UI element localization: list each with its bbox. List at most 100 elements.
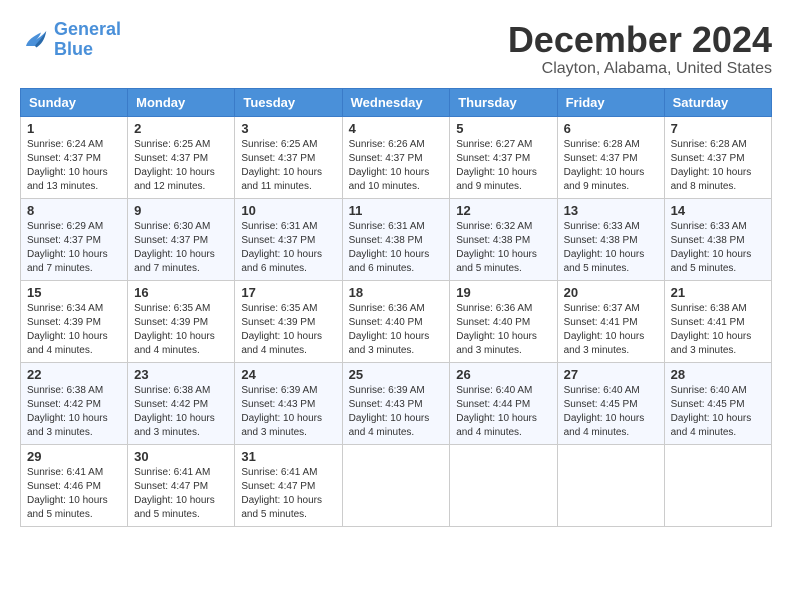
calendar-day-cell: 14 Sunrise: 6:33 AMSunset: 4:38 PMDaylig… [664,198,771,280]
calendar-day-cell: 7 Sunrise: 6:28 AMSunset: 4:37 PMDayligh… [664,116,771,198]
calendar-day-cell: 20 Sunrise: 6:37 AMSunset: 4:41 PMDaylig… [557,280,664,362]
calendar-day-cell: 1 Sunrise: 6:24 AMSunset: 4:37 PMDayligh… [21,116,128,198]
weekday-header: Tuesday [235,88,342,116]
day-info: Sunrise: 6:35 AMSunset: 4:39 PMDaylight:… [134,302,228,358]
day-info: Sunrise: 6:40 AMSunset: 4:45 PMDaylight:… [564,384,658,440]
calendar-day-cell: 13 Sunrise: 6:33 AMSunset: 4:38 PMDaylig… [557,198,664,280]
weekday-header: Sunday [21,88,128,116]
day-info: Sunrise: 6:28 AMSunset: 4:37 PMDaylight:… [671,138,765,194]
day-info: Sunrise: 6:38 AMSunset: 4:42 PMDaylight:… [27,384,121,440]
day-info: Sunrise: 6:40 AMSunset: 4:45 PMDaylight:… [671,384,765,440]
day-info: Sunrise: 6:24 AMSunset: 4:37 PMDaylight:… [27,138,121,194]
logo-icon [20,25,50,55]
weekday-header: Thursday [450,88,557,116]
day-info: Sunrise: 6:31 AMSunset: 4:38 PMDaylight:… [349,220,444,276]
day-info: Sunrise: 6:41 AMSunset: 4:47 PMDaylight:… [241,466,335,522]
day-number: 5 [456,121,550,136]
day-number: 1 [27,121,121,136]
title-area: December 2024 Clayton, Alabama, United S… [508,20,772,78]
logo: General Blue [20,20,121,60]
calendar-day-cell: 29 Sunrise: 6:41 AMSunset: 4:46 PMDaylig… [21,444,128,526]
day-info: Sunrise: 6:38 AMSunset: 4:41 PMDaylight:… [671,302,765,358]
calendar-week-row: 15 Sunrise: 6:34 AMSunset: 4:39 PMDaylig… [21,280,772,362]
calendar-day-cell: 15 Sunrise: 6:34 AMSunset: 4:39 PMDaylig… [21,280,128,362]
calendar-week-row: 8 Sunrise: 6:29 AMSunset: 4:37 PMDayligh… [21,198,772,280]
day-number: 21 [671,285,765,300]
day-number: 24 [241,367,335,382]
day-info: Sunrise: 6:39 AMSunset: 4:43 PMDaylight:… [241,384,335,440]
day-info: Sunrise: 6:35 AMSunset: 4:39 PMDaylight:… [241,302,335,358]
day-info: Sunrise: 6:27 AMSunset: 4:37 PMDaylight:… [456,138,550,194]
calendar-day-cell: 31 Sunrise: 6:41 AMSunset: 4:47 PMDaylig… [235,444,342,526]
calendar-day-cell: 5 Sunrise: 6:27 AMSunset: 4:37 PMDayligh… [450,116,557,198]
day-number: 14 [671,203,765,218]
day-number: 23 [134,367,228,382]
day-number: 18 [349,285,444,300]
day-info: Sunrise: 6:38 AMSunset: 4:42 PMDaylight:… [134,384,228,440]
day-number: 19 [456,285,550,300]
day-number: 4 [349,121,444,136]
day-number: 27 [564,367,658,382]
calendar-day-cell: 22 Sunrise: 6:38 AMSunset: 4:42 PMDaylig… [21,362,128,444]
calendar-day-cell: 25 Sunrise: 6:39 AMSunset: 4:43 PMDaylig… [342,362,450,444]
calendar-day-cell: 26 Sunrise: 6:40 AMSunset: 4:44 PMDaylig… [450,362,557,444]
day-number: 6 [564,121,658,136]
day-info: Sunrise: 6:25 AMSunset: 4:37 PMDaylight:… [241,138,335,194]
day-info: Sunrise: 6:41 AMSunset: 4:47 PMDaylight:… [134,466,228,522]
calendar-day-cell: 23 Sunrise: 6:38 AMSunset: 4:42 PMDaylig… [128,362,235,444]
day-info: Sunrise: 6:40 AMSunset: 4:44 PMDaylight:… [456,384,550,440]
calendar-day-cell: 18 Sunrise: 6:36 AMSunset: 4:40 PMDaylig… [342,280,450,362]
calendar-day-cell: 27 Sunrise: 6:40 AMSunset: 4:45 PMDaylig… [557,362,664,444]
month-title: December 2024 [508,20,772,60]
day-number: 3 [241,121,335,136]
calendar-week-row: 1 Sunrise: 6:24 AMSunset: 4:37 PMDayligh… [21,116,772,198]
day-number: 30 [134,449,228,464]
day-number: 22 [27,367,121,382]
calendar-week-row: 29 Sunrise: 6:41 AMSunset: 4:46 PMDaylig… [21,444,772,526]
day-number: 7 [671,121,765,136]
day-info: Sunrise: 6:32 AMSunset: 4:38 PMDaylight:… [456,220,550,276]
day-number: 11 [349,203,444,218]
day-info: Sunrise: 6:41 AMSunset: 4:46 PMDaylight:… [27,466,121,522]
day-number: 15 [27,285,121,300]
day-number: 12 [456,203,550,218]
calendar-day-cell [342,444,450,526]
day-number: 20 [564,285,658,300]
weekday-header: Saturday [664,88,771,116]
calendar-day-cell: 17 Sunrise: 6:35 AMSunset: 4:39 PMDaylig… [235,280,342,362]
calendar-day-cell: 30 Sunrise: 6:41 AMSunset: 4:47 PMDaylig… [128,444,235,526]
day-number: 16 [134,285,228,300]
calendar-day-cell: 12 Sunrise: 6:32 AMSunset: 4:38 PMDaylig… [450,198,557,280]
calendar-day-cell: 11 Sunrise: 6:31 AMSunset: 4:38 PMDaylig… [342,198,450,280]
calendar-day-cell: 2 Sunrise: 6:25 AMSunset: 4:37 PMDayligh… [128,116,235,198]
day-number: 31 [241,449,335,464]
day-info: Sunrise: 6:33 AMSunset: 4:38 PMDaylight:… [671,220,765,276]
weekday-header: Wednesday [342,88,450,116]
calendar-day-cell [557,444,664,526]
location-subtitle: Clayton, Alabama, United States [508,60,772,78]
weekday-header: Monday [128,88,235,116]
calendar-day-cell: 24 Sunrise: 6:39 AMSunset: 4:43 PMDaylig… [235,362,342,444]
calendar-day-cell: 10 Sunrise: 6:31 AMSunset: 4:37 PMDaylig… [235,198,342,280]
day-number: 25 [349,367,444,382]
day-number: 9 [134,203,228,218]
day-number: 17 [241,285,335,300]
calendar-day-cell: 19 Sunrise: 6:36 AMSunset: 4:40 PMDaylig… [450,280,557,362]
day-number: 10 [241,203,335,218]
day-info: Sunrise: 6:36 AMSunset: 4:40 PMDaylight:… [349,302,444,358]
day-info: Sunrise: 6:37 AMSunset: 4:41 PMDaylight:… [564,302,658,358]
calendar-week-row: 22 Sunrise: 6:38 AMSunset: 4:42 PMDaylig… [21,362,772,444]
calendar-day-cell: 6 Sunrise: 6:28 AMSunset: 4:37 PMDayligh… [557,116,664,198]
day-info: Sunrise: 6:29 AMSunset: 4:37 PMDaylight:… [27,220,121,276]
day-info: Sunrise: 6:30 AMSunset: 4:37 PMDaylight:… [134,220,228,276]
calendar-day-cell: 3 Sunrise: 6:25 AMSunset: 4:37 PMDayligh… [235,116,342,198]
day-number: 28 [671,367,765,382]
day-number: 13 [564,203,658,218]
calendar-table: SundayMondayTuesdayWednesdayThursdayFrid… [20,88,772,527]
day-info: Sunrise: 6:31 AMSunset: 4:37 PMDaylight:… [241,220,335,276]
day-number: 8 [27,203,121,218]
calendar-day-cell [450,444,557,526]
day-info: Sunrise: 6:26 AMSunset: 4:37 PMDaylight:… [349,138,444,194]
day-number: 29 [27,449,121,464]
day-info: Sunrise: 6:34 AMSunset: 4:39 PMDaylight:… [27,302,121,358]
